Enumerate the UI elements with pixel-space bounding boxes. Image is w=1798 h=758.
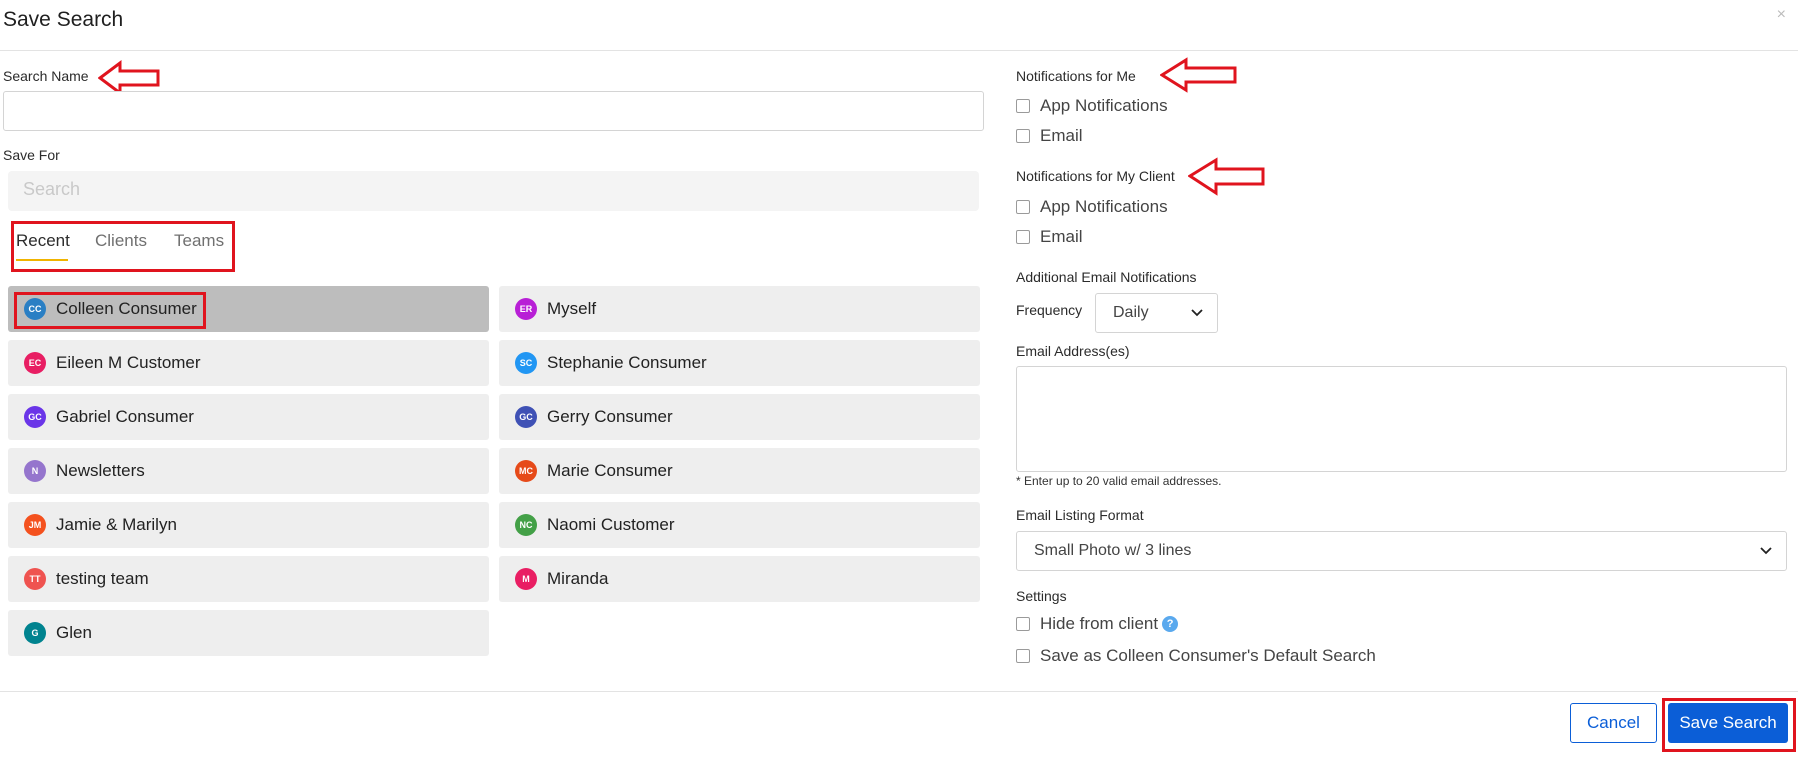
recipient-name: Newsletters xyxy=(56,461,145,480)
email-addresses-label: Email Address(es) xyxy=(1016,343,1130,359)
avatar: MC xyxy=(515,460,537,482)
settings-label: Settings xyxy=(1016,588,1067,604)
avatar: G xyxy=(24,622,46,644)
recipient-stephanie-consumer[interactable]: SC Stephanie Consumer xyxy=(499,340,980,386)
recipient-eileen-m-customer[interactable]: EC Eileen M Customer xyxy=(8,340,489,386)
checkbox[interactable] xyxy=(1016,200,1030,214)
checkbox[interactable] xyxy=(1016,617,1030,631)
recipient-glen[interactable]: G Glen xyxy=(8,610,489,656)
recipient-testing-team[interactable]: TT testing team xyxy=(8,556,489,602)
listing-format-value: Small Photo w/ 3 lines xyxy=(1034,542,1192,559)
recipient-miranda[interactable]: M Miranda xyxy=(499,556,980,602)
recipient-name: Jamie & Marilyn xyxy=(56,515,177,534)
avatar: M xyxy=(515,568,537,590)
recipient-name: Miranda xyxy=(547,569,609,588)
frequency-select[interactable]: Daily xyxy=(1095,293,1218,333)
recipient-naomi-customer[interactable]: NC Naomi Customer xyxy=(499,502,980,548)
save-for-label: Save For xyxy=(3,147,60,163)
cancel-button[interactable]: Cancel xyxy=(1570,703,1657,743)
recipient-name: Naomi Customer xyxy=(547,515,675,534)
recipient-newsletters[interactable]: N Newsletters xyxy=(8,448,489,494)
avatar: JM xyxy=(24,514,46,536)
recipient-name: Glen xyxy=(56,623,92,642)
search-name-label: Search Name xyxy=(3,68,89,84)
recipient-jamie-marilyn[interactable]: JM Jamie & Marilyn xyxy=(8,502,489,548)
recipient-name: Gabriel Consumer xyxy=(56,407,194,426)
recipient-name: Eileen M Customer xyxy=(56,353,201,372)
close-icon[interactable]: × xyxy=(1777,6,1786,24)
checkbox[interactable] xyxy=(1016,230,1030,244)
email-hint: * Enter up to 20 valid email addresses. xyxy=(1016,474,1222,488)
tab-clients[interactable]: Clients xyxy=(95,231,147,251)
save-search-button[interactable]: Save Search xyxy=(1668,703,1788,743)
annotation-arrow-notifications-me xyxy=(1160,57,1237,93)
listing-format-label: Email Listing Format xyxy=(1016,507,1144,523)
header-divider xyxy=(0,50,1798,51)
option-label: Email xyxy=(1040,126,1083,145)
client-app-notifications-option[interactable]: App Notifications xyxy=(1016,197,1168,217)
annotation-box-selected-recipient xyxy=(14,292,206,329)
checkbox[interactable] xyxy=(1016,99,1030,113)
email-addresses-textarea[interactable] xyxy=(1016,366,1787,472)
client-email-option[interactable]: Email xyxy=(1016,227,1083,247)
tab-recent[interactable]: Recent xyxy=(16,231,70,251)
avatar: NC xyxy=(515,514,537,536)
checkbox[interactable] xyxy=(1016,129,1030,143)
recipient-name: Marie Consumer xyxy=(547,461,673,480)
option-label: App Notifications xyxy=(1040,197,1168,216)
recipient-name: Myself xyxy=(547,299,597,318)
search-name-input[interactable] xyxy=(3,91,984,131)
avatar: N xyxy=(24,460,46,482)
avatar: GC xyxy=(515,406,537,428)
recipient-name: Stephanie Consumer xyxy=(547,353,707,372)
recipient-name: Gerry Consumer xyxy=(547,407,673,426)
save-for-search-input[interactable]: Search xyxy=(8,171,979,211)
recipient-marie-consumer[interactable]: MC Marie Consumer xyxy=(499,448,980,494)
frequency-label: Frequency xyxy=(1016,302,1083,318)
hide-from-client-option[interactable]: Hide from client ? xyxy=(1016,614,1179,634)
default-search-option[interactable]: Save as Colleen Consumer's Default Searc… xyxy=(1016,646,1376,666)
avatar: EC xyxy=(24,352,46,374)
recipient-myself[interactable]: ER Myself xyxy=(499,286,980,332)
tab-teams[interactable]: Teams xyxy=(174,231,224,251)
listing-format-select[interactable]: Small Photo w/ 3 lines xyxy=(1016,531,1787,571)
frequency-value: Daily xyxy=(1113,304,1149,321)
notifications-client-label: Notifications for My Client xyxy=(1016,168,1175,184)
annotation-arrow-notifications-client xyxy=(1188,157,1265,196)
avatar: TT xyxy=(24,568,46,590)
help-icon[interactable]: ? xyxy=(1162,616,1179,632)
tab-active-underline xyxy=(16,259,68,261)
me-email-option[interactable]: Email xyxy=(1016,126,1083,146)
recipient-gerry-consumer[interactable]: GC Gerry Consumer xyxy=(499,394,980,440)
notifications-me-label: Notifications for Me xyxy=(1016,68,1136,84)
additional-email-label: Additional Email Notifications xyxy=(1016,269,1197,285)
avatar: ER xyxy=(515,298,537,320)
chevron-down-icon xyxy=(1760,547,1772,555)
option-label: Save as Colleen Consumer's Default Searc… xyxy=(1040,646,1376,665)
avatar: SC xyxy=(515,352,537,374)
avatar: GC xyxy=(24,406,46,428)
option-label: App Notifications xyxy=(1040,96,1168,115)
recipient-name: testing team xyxy=(56,569,149,588)
recipient-gabriel-consumer[interactable]: GC Gabriel Consumer xyxy=(8,394,489,440)
me-app-notifications-option[interactable]: App Notifications xyxy=(1016,96,1168,116)
checkbox[interactable] xyxy=(1016,649,1030,663)
chevron-down-icon xyxy=(1191,309,1203,317)
footer-divider xyxy=(0,691,1798,692)
dialog-title: Save Search xyxy=(3,8,124,31)
option-label: Email xyxy=(1040,227,1083,246)
option-label: Hide from client xyxy=(1040,614,1159,633)
